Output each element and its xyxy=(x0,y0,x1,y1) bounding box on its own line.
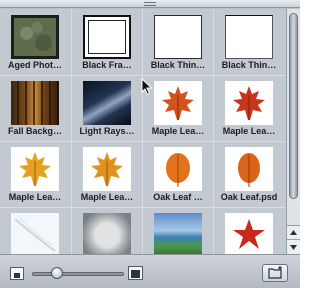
slider-knob[interactable] xyxy=(51,267,63,279)
browser-item-maple-leaf-1[interactable]: Maple Lea… xyxy=(143,75,213,140)
thumbnail-size-slider[interactable] xyxy=(32,267,124,280)
browser-item-aged-photo[interactable]: Aged Phot… xyxy=(0,9,70,74)
browser-item-black-thin-1[interactable]: Black Thin… xyxy=(143,9,213,74)
browser-item-maple-leaf-3[interactable]: Maple Lea… xyxy=(0,141,70,206)
gray-burst-thumbnail xyxy=(83,213,131,257)
thumbnail-grid: Aged Phot… Black Fra… Black Thin… Black … xyxy=(0,9,286,257)
browser-item-black-thin-2[interactable]: Black Thin… xyxy=(214,9,284,74)
scroll-up-arrow[interactable] xyxy=(287,225,300,239)
scrollbar-thumb[interactable] xyxy=(289,13,298,199)
aged-photo-thumbnail xyxy=(11,15,59,59)
maple-leaf-thumbnail xyxy=(154,81,202,125)
large-thumbnail-icon[interactable] xyxy=(128,266,143,280)
mouse-pointer-icon xyxy=(141,77,153,96)
maple-leaf-thumbnail xyxy=(225,81,273,125)
new-folder-icon[interactable] xyxy=(262,264,288,282)
fall-background-thumbnail xyxy=(11,81,59,125)
bottom-toolbar xyxy=(0,254,300,288)
browser-item-maple-leaf-2[interactable]: Maple Lea… xyxy=(214,75,284,140)
browser-item-fall-background[interactable]: Fall Backg… xyxy=(0,75,70,140)
oak-leaf-thumbnail xyxy=(225,147,273,191)
browser-item-maple-leaf-4[interactable]: Maple Lea… xyxy=(72,141,142,206)
maple-leaf-thumbnail xyxy=(83,147,131,191)
small-thumbnail-icon[interactable] xyxy=(10,267,24,280)
scroll-down-arrow[interactable] xyxy=(287,239,300,254)
browser-item-light-rays[interactable]: Light Rays… xyxy=(72,75,142,140)
vertical-scrollbar[interactable] xyxy=(286,9,300,254)
star-leaf-thumbnail xyxy=(225,213,273,257)
black-frame-thumbnail xyxy=(83,15,131,59)
landscape-thumbnail xyxy=(154,213,202,257)
browser-item-oak-leaf-1[interactable]: Oak Leaf … xyxy=(143,141,213,206)
black-thin-frame-thumbnail xyxy=(154,15,202,59)
white-texture-thumbnail xyxy=(11,213,59,257)
light-rays-thumbnail xyxy=(83,81,131,125)
maple-leaf-thumbnail xyxy=(11,147,59,191)
black-thin-frame-thumbnail xyxy=(225,15,273,59)
browser-item-black-frame[interactable]: Black Fra… xyxy=(72,9,142,74)
resize-grip[interactable] xyxy=(0,0,300,8)
oak-leaf-thumbnail xyxy=(154,147,202,191)
media-browser-panel: Aged Phot… Black Fra… Black Thin… Black … xyxy=(0,0,300,288)
browser-item-oak-leaf-2[interactable]: Oak Leaf.psd xyxy=(214,141,284,206)
